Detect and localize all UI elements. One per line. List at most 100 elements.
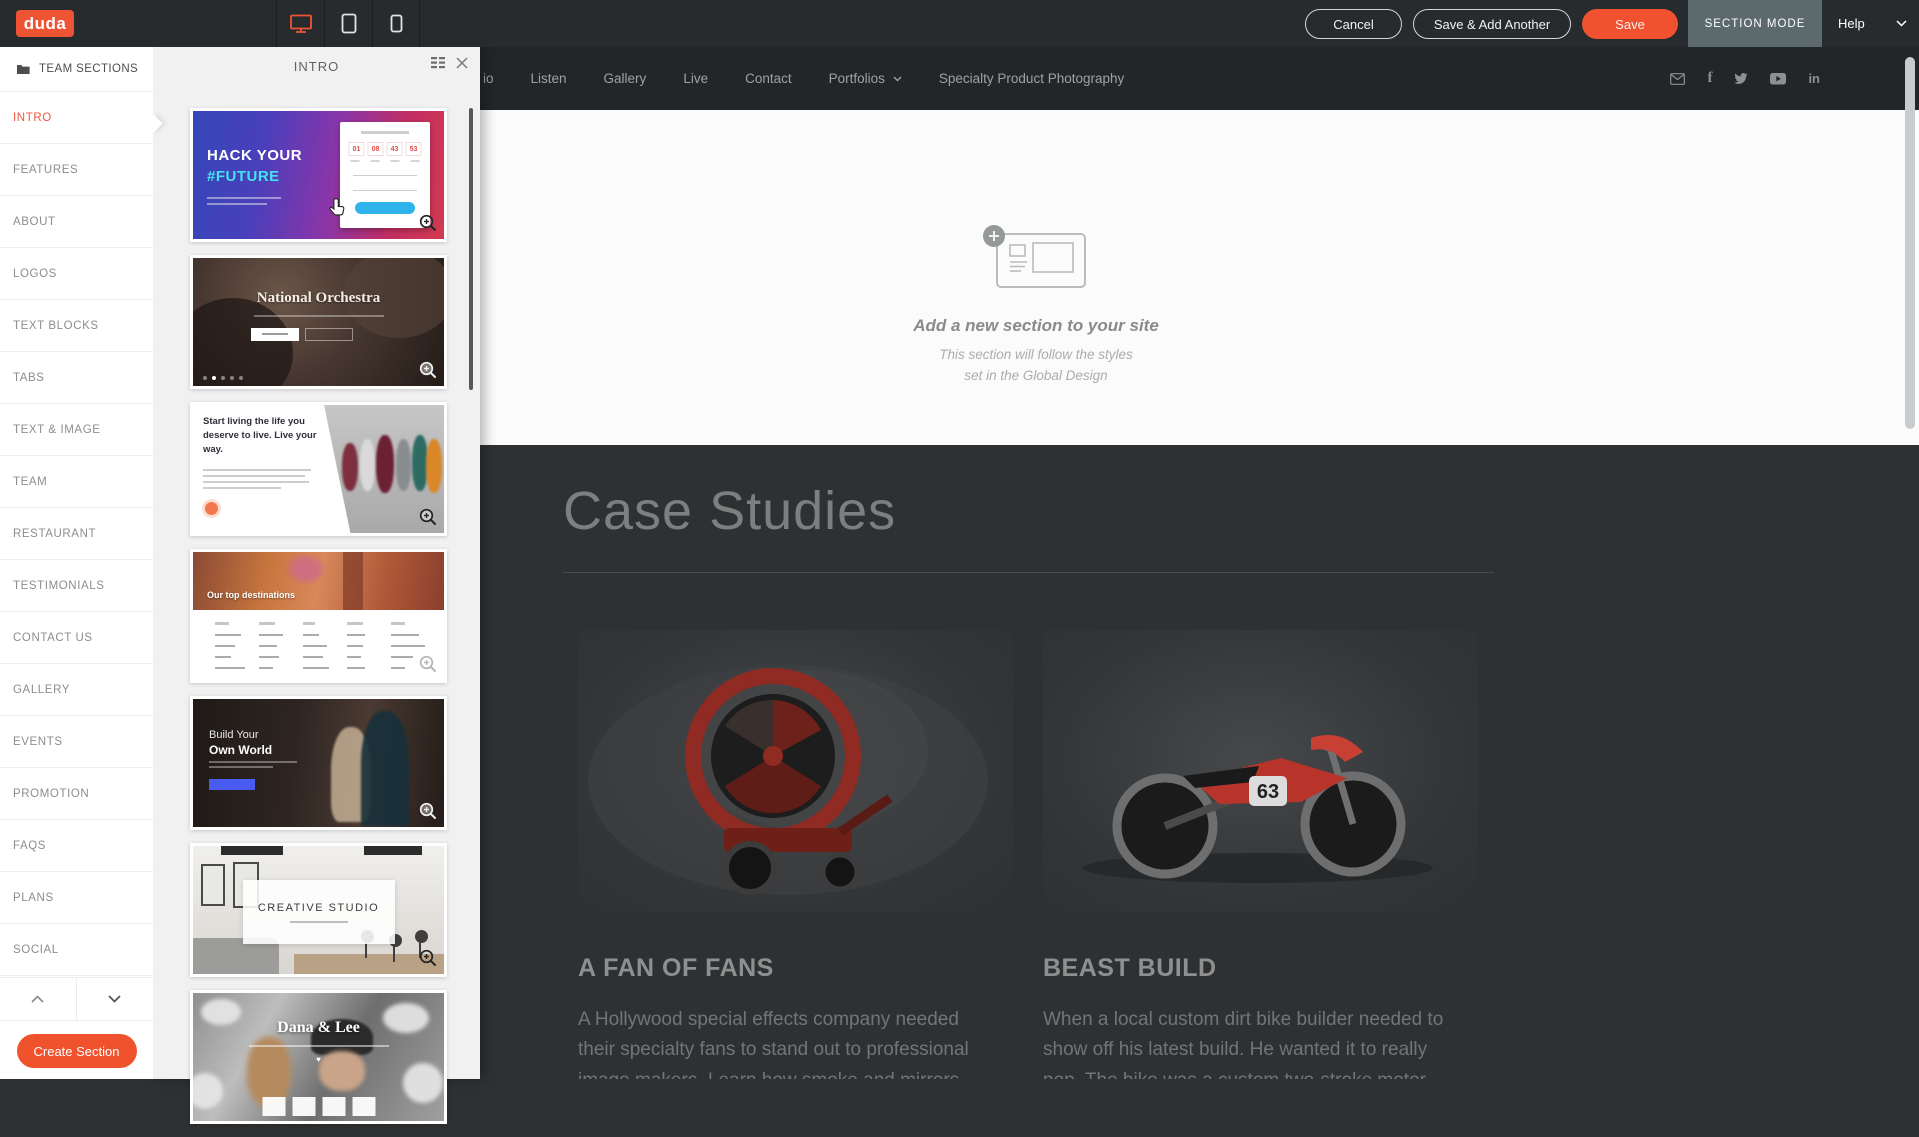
thumb-heading: National Orchestra xyxy=(193,290,444,307)
sidebar-item-tabs[interactable]: TABS xyxy=(0,352,153,404)
template-thumbnail-national-orchestra[interactable]: National Orchestra xyxy=(190,255,447,389)
sidebar-header-label: TEAM SECTIONS xyxy=(39,63,138,75)
heading-divider xyxy=(563,572,1494,573)
nav-brand-fragment[interactable]: io xyxy=(483,71,494,86)
sidebar-item-restaurant[interactable]: RESTAURANT xyxy=(0,508,153,560)
sidebar-item-events[interactable]: EVENTS xyxy=(0,716,153,768)
case-study-card-fan: A FAN OF FANS A Hollywood special effect… xyxy=(578,630,1013,1079)
intro-templates-panel: INTRO HACK YOUR #FUTURE 0 xyxy=(153,47,480,1079)
nav-link-specialty[interactable]: Specialty Product Photography xyxy=(939,71,1124,86)
thumb-heading: Build Your xyxy=(209,729,259,741)
nav-link-gallery[interactable]: Gallery xyxy=(604,71,647,86)
countdown-boxes xyxy=(262,1097,375,1116)
cancel-button[interactable]: Cancel xyxy=(1305,9,1402,39)
sections-sidebar: TEAM SECTIONS INTRO FEATURES ABOUT LOGOS… xyxy=(0,47,153,1079)
youtube-icon[interactable] xyxy=(1770,73,1786,85)
device-preview-switcher xyxy=(276,0,420,47)
hand-cursor-icon xyxy=(325,197,345,219)
add-section-title: Add a new section to your site xyxy=(913,316,1159,336)
sidebar-item-text-blocks[interactable]: TEXT BLOCKS xyxy=(0,300,153,352)
add-section-subtitle: This section will follow the styles set … xyxy=(939,345,1133,387)
thumb-heading: Own World xyxy=(209,743,272,757)
save-button[interactable]: Save xyxy=(1582,9,1678,39)
case-studies-heading: Case Studies xyxy=(563,480,896,542)
chevron-up-icon xyxy=(31,995,44,1003)
add-section-icon xyxy=(981,225,1091,296)
social-icon-row: f in xyxy=(1670,47,1820,110)
close-icon[interactable] xyxy=(456,57,468,69)
sidebar-header: TEAM SECTIONS xyxy=(0,47,153,92)
chevron-down-icon xyxy=(1896,20,1907,27)
nav-link-listen[interactable]: Listen xyxy=(531,71,567,86)
panel-header: INTRO xyxy=(153,47,480,85)
accent-dot xyxy=(205,502,218,515)
scroll-up-button[interactable] xyxy=(0,978,77,1020)
template-thumbnail-start-living[interactable]: Start living the life you deserve to liv… xyxy=(190,402,447,536)
thumb-heading: CREATIVE STUDIO xyxy=(243,902,395,914)
sidebar-item-social[interactable]: SOCIAL xyxy=(0,924,153,976)
thumb-button xyxy=(209,779,255,790)
zoom-preview-icon[interactable] xyxy=(419,949,437,967)
facebook-icon[interactable]: f xyxy=(1707,70,1712,87)
dirt-bike-image: 63 xyxy=(1043,630,1478,912)
bike-number-plate: 63 xyxy=(1257,781,1279,803)
case-study-body: A Hollywood special effects company need… xyxy=(578,1005,980,1079)
signup-card: 01 08 43 53 xyxy=(340,122,430,228)
sidebar-item-logos[interactable]: LOGOS xyxy=(0,248,153,300)
email-icon[interactable] xyxy=(1670,73,1685,85)
thumb-button-outline xyxy=(305,328,353,341)
mobile-preview-button[interactable] xyxy=(372,0,420,47)
sidebar-item-gallery[interactable]: GALLERY xyxy=(0,664,153,716)
sidebar-item-intro[interactable]: INTRO xyxy=(0,92,153,144)
template-thumbnail-top-destinations[interactable]: Our top destinations xyxy=(190,549,447,683)
linkedin-icon[interactable]: in xyxy=(1808,71,1820,86)
section-mode-badge: SECTION MODE xyxy=(1688,0,1822,47)
case-study-body: When a local custom dirt bike builder ne… xyxy=(1043,1005,1445,1079)
sidebar-item-plans[interactable]: PLANS xyxy=(0,872,153,924)
twitter-icon[interactable] xyxy=(1734,73,1748,85)
zoom-preview-icon[interactable] xyxy=(419,361,437,379)
panel-scrollbar[interactable] xyxy=(469,108,473,390)
help-menu[interactable]: Help xyxy=(1822,0,1919,47)
sidebar-item-testimonials[interactable]: TESTIMONIALS xyxy=(0,560,153,612)
zoom-preview-icon[interactable] xyxy=(419,508,437,526)
thumb-heading: Start living the life you deserve to liv… xyxy=(203,415,325,456)
template-thumbnail-creative-studio[interactable]: CREATIVE STUDIO xyxy=(190,843,447,977)
template-thumbnail-hack-your-future[interactable]: HACK YOUR #FUTURE 01 08 43 53 xyxy=(190,108,447,242)
sidebar-scroll-controls xyxy=(0,977,153,1021)
sidebar-item-team[interactable]: TEAM xyxy=(0,456,153,508)
add-section-subtitle-line1: This section will follow the styles xyxy=(939,345,1133,366)
help-label: Help xyxy=(1838,16,1865,31)
thumb-heading: HACK YOUR xyxy=(207,147,302,164)
chevron-down-icon xyxy=(893,76,902,82)
thumb-heading: #FUTURE xyxy=(207,168,280,185)
mobile-icon xyxy=(390,14,403,33)
sidebar-item-text-image[interactable]: TEXT & IMAGE xyxy=(0,404,153,456)
scroll-down-button[interactable] xyxy=(77,978,154,1020)
nav-link-contact[interactable]: Contact xyxy=(745,71,792,86)
duda-logo[interactable]: duda xyxy=(16,10,74,37)
sidebar-item-promotion[interactable]: PROMOTION xyxy=(0,768,153,820)
template-thumbnail-dana-lee[interactable]: Dana & Lee ♥ xyxy=(190,990,447,1124)
folder-icon xyxy=(16,63,30,75)
sidebar-item-contact-us[interactable]: CONTACT US xyxy=(0,612,153,664)
sidebar-item-features[interactable]: FEATURES xyxy=(0,144,153,196)
nav-link-portfolios[interactable]: Portfolios xyxy=(829,71,902,86)
zoom-preview-icon[interactable] xyxy=(419,214,437,232)
sidebar-item-about[interactable]: ABOUT xyxy=(0,196,153,248)
desktop-preview-button[interactable] xyxy=(276,0,324,47)
zoom-preview-icon[interactable] xyxy=(419,655,437,673)
template-thumbnail-build-your-own-world[interactable]: Build Your Own World xyxy=(190,696,447,830)
canvas-scrollbar[interactable] xyxy=(1905,57,1915,429)
create-section-button[interactable]: Create Section xyxy=(17,1034,137,1068)
sidebar-item-faqs[interactable]: FAQS xyxy=(0,820,153,872)
nav-link-live[interactable]: Live xyxy=(683,71,708,86)
countdown-boxes: 01 08 43 53 xyxy=(349,142,422,156)
nav-link-portfolios-label: Portfolios xyxy=(829,71,885,86)
thumb-heading: Our top destinations xyxy=(207,590,295,600)
editor-topbar: duda Cancel Save & Add Another Save SECT… xyxy=(0,0,1919,47)
grid-view-icon[interactable] xyxy=(431,57,446,69)
tablet-preview-button[interactable] xyxy=(324,0,372,47)
zoom-preview-icon[interactable] xyxy=(419,802,437,820)
save-add-another-button[interactable]: Save & Add Another xyxy=(1413,9,1571,39)
